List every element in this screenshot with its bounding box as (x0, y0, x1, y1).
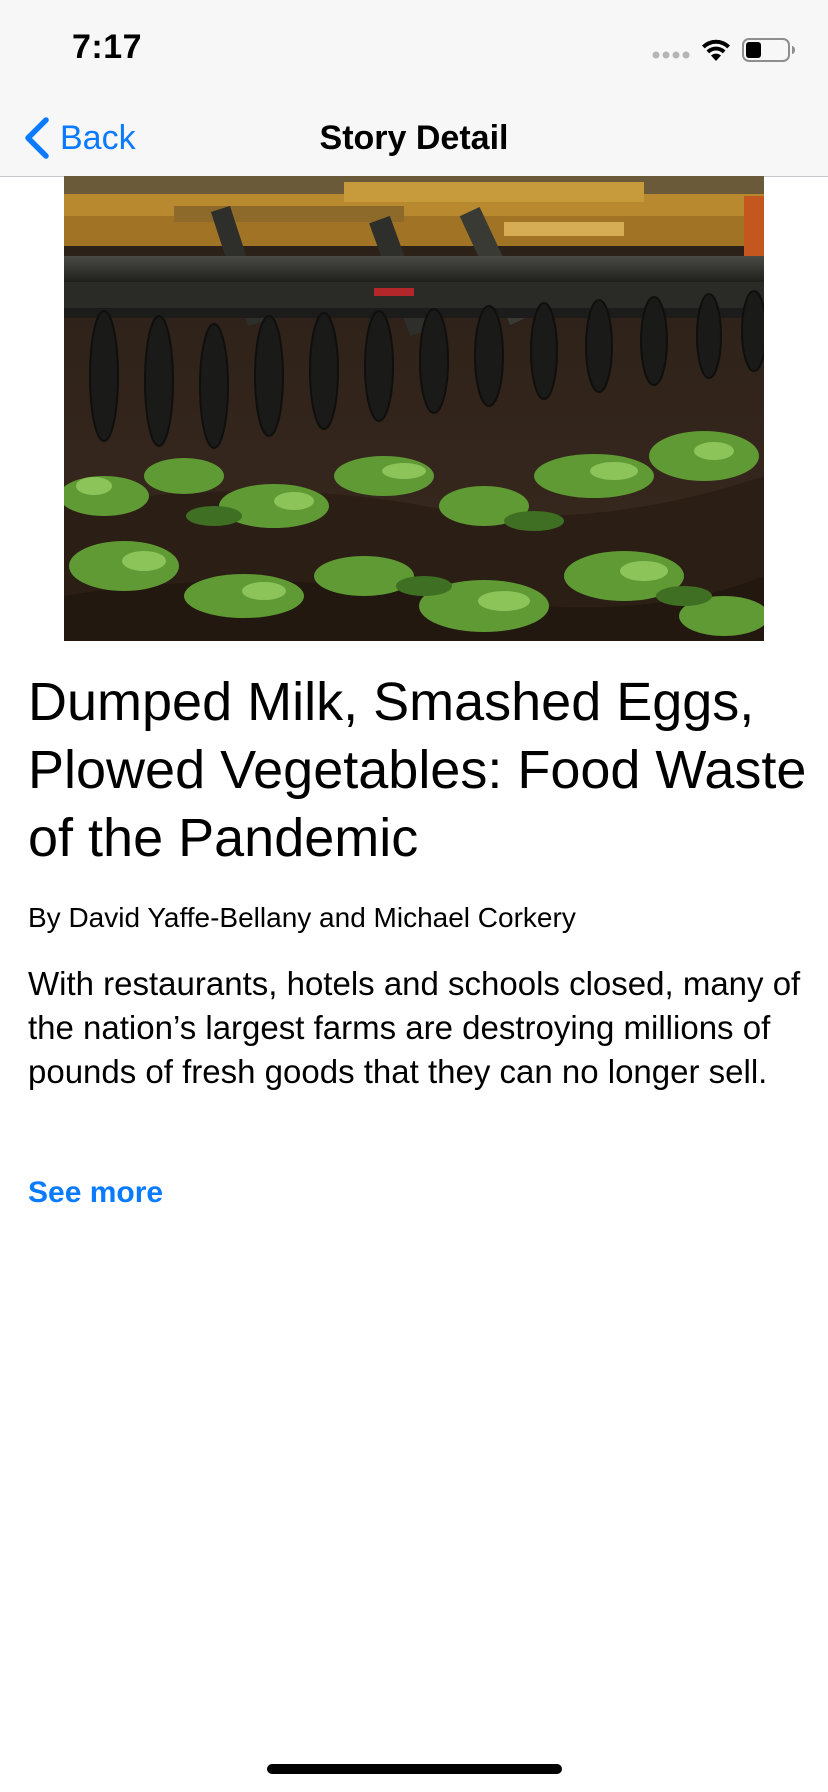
battery-icon (742, 38, 795, 62)
home-indicator[interactable] (267, 1764, 562, 1774)
back-button[interactable]: Back (22, 108, 136, 168)
status-time: 7:17 (72, 28, 143, 66)
navigation-bar: Back Story Detail (0, 100, 828, 177)
story-photo (64, 176, 764, 641)
chevron-left-icon (25, 117, 49, 159)
story-summary: With restaurants, hotels and schools clo… (28, 965, 801, 1090)
wifi-icon (702, 39, 730, 61)
story-byline: By David Yaffe-Bellany and Michael Corke… (28, 902, 576, 933)
story-image (64, 176, 764, 641)
see-more-link[interactable]: See more (28, 1176, 163, 1210)
story-headline: Dumped Milk, Smashed Eggs, Plowed Vegeta… (28, 672, 807, 868)
status-bar: 7:17 (0, 0, 828, 100)
back-label: Back (60, 118, 136, 157)
cellular-signal-icon (652, 51, 690, 59)
